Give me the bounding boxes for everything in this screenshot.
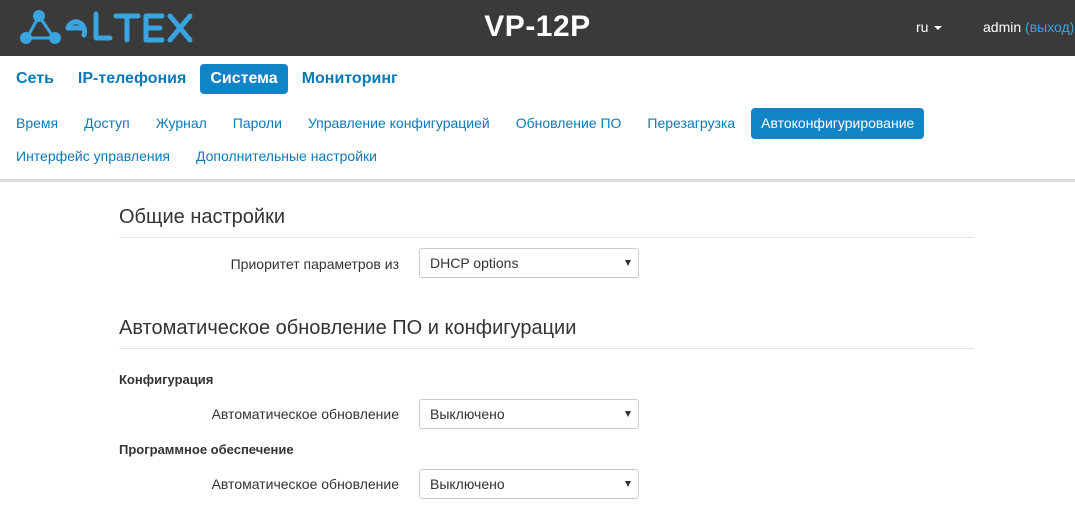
config-auto-update-value: Выключено — [430, 406, 505, 422]
priority-select-value: DHCP options — [430, 255, 519, 271]
sub-nav: Время Доступ Журнал Пароли Управление ко… — [6, 108, 1006, 174]
main-nav-item-system[interactable]: Система — [200, 64, 288, 94]
priority-label: Приоритет параметров из — [230, 256, 399, 272]
sub-nav-item-time[interactable]: Время — [6, 108, 68, 139]
caret-down-icon — [934, 26, 943, 31]
priority-select[interactable]: DHCP options — [419, 248, 639, 278]
sub-nav-item-log[interactable]: Журнал — [146, 108, 217, 139]
nav-divider — [0, 179, 1075, 182]
general-settings-title: Общие настройки — [119, 206, 974, 238]
main-nav-item-ip-telephony[interactable]: IP-телефония — [68, 64, 196, 94]
sub-nav-item-management-interface[interactable]: Интерфейс управления — [6, 141, 180, 172]
software-auto-update-select[interactable]: Выключено — [419, 469, 639, 499]
main-nav-item-monitoring[interactable]: Мониторинг — [292, 64, 408, 94]
logout-link[interactable]: (выход) — [1025, 19, 1074, 35]
config-auto-update-label: Автоматическое обновление — [211, 406, 399, 422]
main-nav: Сеть IP-телефония Система Мониторинг — [6, 64, 412, 94]
dropdown-arrow-icon — [625, 411, 631, 417]
eltex-logo[interactable] — [18, 8, 214, 48]
sub-nav-item-additional-settings[interactable]: Дополнительные настройки — [186, 141, 387, 172]
auto-update-title: Автоматическое обновление ПО и конфигура… — [119, 317, 974, 349]
software-auto-update-value: Выключено — [430, 476, 505, 492]
config-auto-update-select[interactable]: Выключено — [419, 399, 639, 429]
software-auto-update-label: Автоматическое обновление — [211, 476, 399, 492]
software-subtitle: Программное обеспечение — [119, 442, 294, 457]
main-nav-item-network[interactable]: Сеть — [6, 64, 64, 94]
sub-nav-item-config-management[interactable]: Управление конфигурацией — [298, 108, 500, 139]
user-info: admin (выход) — [983, 19, 1074, 35]
dropdown-arrow-icon — [625, 260, 631, 266]
language-label: ru — [916, 19, 929, 35]
sub-nav-item-reboot[interactable]: Перезагрузка — [637, 108, 745, 139]
sub-nav-item-passwords[interactable]: Пароли — [223, 108, 292, 139]
sub-nav-item-autoconfig[interactable]: Автоконфигурирование — [751, 108, 925, 139]
username: admin — [983, 19, 1022, 35]
sub-nav-item-firmware-update[interactable]: Обновление ПО — [506, 108, 632, 139]
config-subtitle: Конфигурация — [119, 372, 214, 387]
dropdown-arrow-icon — [625, 481, 631, 487]
top-header: VP-12P ru admin (выход) — [0, 0, 1075, 56]
sub-nav-item-access[interactable]: Доступ — [74, 108, 140, 139]
language-selector[interactable]: ru — [916, 19, 943, 35]
eltex-logo-icon — [20, 10, 193, 44]
